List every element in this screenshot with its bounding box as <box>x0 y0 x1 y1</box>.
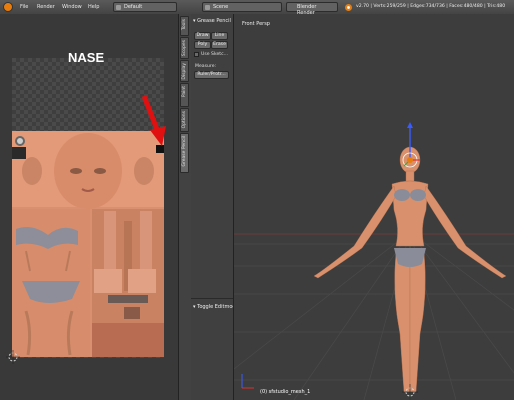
3d-viewport[interactable]: Front Persp (0) sfstudio_mesh_1 <box>234 14 514 400</box>
toggle-editmode-panel[interactable]: ▾ Toggle Editmode <box>193 304 239 310</box>
grease-erase-button[interactable]: Erase <box>211 41 228 49</box>
panel-divider <box>191 298 233 299</box>
grease-poly-button[interactable]: Poly <box>194 41 211 49</box>
tab-tools[interactable]: Tools <box>180 16 189 36</box>
scene-stats: v2.70 | Verts:259/259 | Edges:734/736 | … <box>356 4 506 9</box>
active-object-label: (0) sfstudio_mesh_1 <box>260 389 311 395</box>
skin-texture-image <box>12 131 164 357</box>
scene-selector[interactable]: Scene <box>202 2 282 12</box>
blender-logo-icon[interactable] <box>3 2 13 12</box>
blender-info-icon <box>345 4 352 11</box>
grease-line-button[interactable]: Line <box>211 32 228 40</box>
menu-render[interactable]: Render <box>37 4 55 10</box>
layout-value: Default <box>124 4 143 10</box>
scene-icon <box>205 5 210 10</box>
layout-selector[interactable]: Default <box>113 2 177 12</box>
red-arrow-annotation <box>141 95 166 146</box>
annotation-nase: NASE <box>68 50 105 65</box>
menu-window[interactable]: Window <box>62 4 82 10</box>
use-sketching-label: Use Sketc... <box>201 52 228 57</box>
viewport-title: Front Persp <box>242 21 270 27</box>
tab-display[interactable]: Display <box>180 60 189 82</box>
info-header: File Render Window Help Default Scene Bl… <box>0 0 514 16</box>
uv-editor-tabs: Tools Scopes Display Paint Options Greas… <box>178 14 192 400</box>
grease-pencil-panel-title[interactable]: ▾ Grease Pencil <box>193 18 231 24</box>
menu-file[interactable]: File <box>20 4 28 10</box>
ruler-protractor-button[interactable]: Ruler/Protr... <box>194 71 229 79</box>
tab-options[interactable]: Options <box>180 108 189 132</box>
menu-help[interactable]: Help <box>88 4 99 10</box>
scene-value: Scene <box>213 4 229 10</box>
grease-draw-button[interactable]: Draw <box>194 32 211 40</box>
2d-cursor-icon[interactable] <box>6 350 20 364</box>
tool-shelf: ▾ Grease Pencil Draw Line Poly Erase Use… <box>191 14 239 400</box>
measure-label: Measure: <box>195 64 217 69</box>
layout-icon <box>116 5 121 10</box>
tab-scopes[interactable]: Scopes <box>180 37 189 59</box>
use-sketching-checkbox[interactable] <box>194 52 199 57</box>
render-engine-selector[interactable]: Blender Render <box>286 2 338 16</box>
viewport-scene <box>234 122 514 400</box>
tab-paint[interactable]: Paint <box>180 83 189 107</box>
tab-grease-pencil[interactable]: Grease Pencil <box>180 133 189 173</box>
